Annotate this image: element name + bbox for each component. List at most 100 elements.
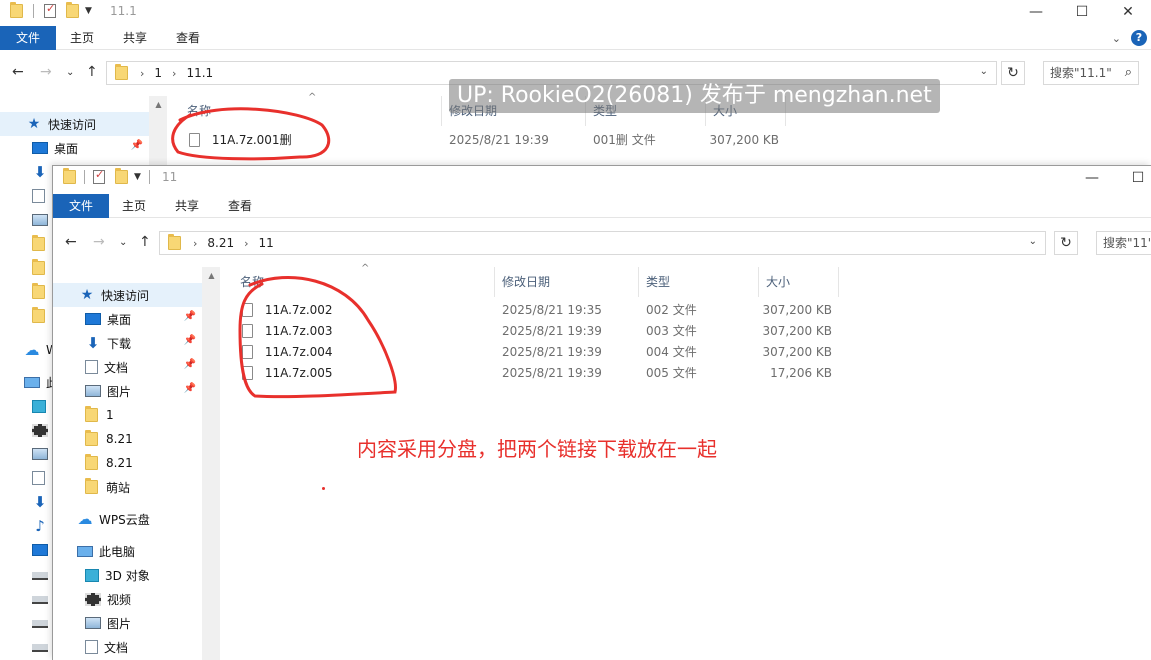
file-icon: [189, 133, 200, 147]
recent-locations-icon[interactable]: ⌄: [66, 67, 74, 78]
sidebar-item-videos[interactable]: 视频: [53, 587, 202, 611]
column-divider[interactable]: [441, 96, 442, 126]
table-row[interactable]: 11A.7z.002 2025/8/21 19:35 002 文件 307,20…: [242, 300, 882, 321]
up-arrow-icon[interactable]: ↑: [139, 234, 151, 250]
table-row[interactable]: 11A.7z.001删 2025/8/21 19:39 001删 文件 307,…: [189, 130, 829, 151]
new-folder-icon[interactable]: [115, 168, 128, 184]
scroll-up-icon[interactable]: ▲: [203, 267, 220, 280]
sidebar-item-pictures[interactable]: 图片: [53, 611, 202, 635]
pin-icon[interactable]: 📌: [184, 383, 196, 394]
sidebar-item-label: 3D 对象: [105, 568, 150, 583]
column-type[interactable]: 类型: [646, 267, 670, 297]
maximize-button[interactable]: ☐: [1059, 0, 1105, 26]
file-type: 005 文件: [646, 366, 697, 380]
pin-icon[interactable]: 📌: [184, 359, 196, 370]
tab-home[interactable]: 主页: [70, 26, 94, 50]
forward-arrow-icon[interactable]: →: [40, 64, 52, 80]
column-divider[interactable]: [494, 267, 495, 297]
search-input[interactable]: 搜索"11.1" ⌕: [1043, 61, 1139, 85]
column-divider[interactable]: [758, 267, 759, 297]
properties-icon[interactable]: [44, 2, 56, 18]
search-input[interactable]: 搜索"11": [1096, 231, 1151, 255]
tab-share[interactable]: 共享: [175, 194, 199, 218]
tab-view[interactable]: 查看: [228, 194, 252, 218]
table-row[interactable]: 11A.7z.005 2025/8/21 19:39 005 文件 17,206…: [242, 363, 882, 384]
sidebar-item-folder-mengzhan[interactable]: 萌站: [53, 475, 202, 499]
column-name[interactable]: 名称: [187, 96, 211, 126]
picture-icon: [32, 448, 48, 460]
expand-ribbon-icon[interactable]: ⌄: [1112, 32, 1121, 45]
tab-home[interactable]: 主页: [122, 194, 146, 218]
address-dropdown-icon[interactable]: ⌄: [1029, 236, 1037, 247]
pin-icon[interactable]: 📌: [184, 335, 196, 346]
file-name: 11A.7z.001删: [211, 133, 292, 147]
column-divider[interactable]: [638, 267, 639, 297]
help-icon[interactable]: ?: [1131, 30, 1147, 46]
scroll-up-icon[interactable]: ▲: [150, 96, 167, 109]
sidebar-item-pictures[interactable]: 图片 📌: [53, 379, 202, 403]
sidebar-item-this-pc[interactable]: 此电脑: [53, 539, 202, 563]
minimize-button[interactable]: —: [1013, 0, 1059, 26]
breadcrumb-8-21[interactable]: 8.21: [207, 236, 234, 250]
sidebar-item-wps-cloud[interactable]: ☁ WPS云盘: [53, 507, 202, 531]
sidebar-item-documents[interactable]: 文档 📌: [53, 355, 202, 379]
recent-locations-icon[interactable]: ⌄: [119, 237, 127, 248]
quick-access-dropdown-icon[interactable]: ▼: [134, 172, 141, 182]
minimize-button[interactable]: —: [1069, 166, 1115, 192]
folder-icon: [10, 2, 23, 18]
sidebar-item-folder-1[interactable]: 1: [53, 403, 202, 427]
sidebar-item-desktop[interactable]: 桌面 📌: [53, 307, 202, 331]
column-size[interactable]: 大小: [766, 267, 790, 297]
file-icon: [242, 345, 253, 359]
file-modified: 2025/8/21 19:39: [502, 345, 602, 359]
refresh-button[interactable]: ↻: [1001, 61, 1025, 85]
sidebar-item-label: 8.21: [106, 456, 133, 470]
tab-view[interactable]: 查看: [176, 26, 200, 50]
column-name[interactable]: 名称: [240, 267, 264, 297]
sidebar-item-3d-objects[interactable]: 3D 对象: [53, 563, 202, 587]
window-controls: — ☐: [1069, 166, 1151, 192]
sidebar-item-label: 下载: [107, 336, 132, 351]
column-modified[interactable]: 修改日期: [502, 267, 550, 297]
chevron-right-icon: ›: [172, 66, 177, 80]
sidebar-item-downloads[interactable]: ⬇ 下载 📌: [53, 331, 202, 355]
navigation-scrollbar[interactable]: ▲: [203, 267, 220, 660]
file-modified: 2025/8/21 19:39: [502, 366, 602, 380]
ribbon-tabs: 文件 主页 共享 查看: [53, 194, 1151, 218]
quick-access-dropdown-icon[interactable]: ▼: [85, 6, 92, 16]
sidebar-item-label: 此电脑: [99, 544, 136, 559]
close-button[interactable]: ✕: [1105, 0, 1151, 26]
pin-icon[interactable]: 📌: [131, 140, 143, 151]
maximize-button[interactable]: ☐: [1115, 166, 1151, 192]
column-divider[interactable]: [838, 267, 839, 297]
sidebar-item-folder-8-21[interactable]: 8.21: [53, 451, 202, 475]
sidebar-item-documents[interactable]: 文档: [53, 635, 202, 659]
chevron-right-icon: ›: [140, 66, 145, 80]
breadcrumb-11[interactable]: 11: [259, 236, 274, 250]
tab-file[interactable]: 文件: [0, 26, 56, 50]
sidebar-item-quick-access[interactable]: ★ 快速访问: [53, 283, 202, 307]
cloud-icon: ☁: [24, 341, 40, 359]
sidebar-item-label: WPS云盘: [99, 512, 150, 527]
breadcrumb-1[interactable]: 1: [154, 66, 162, 80]
properties-icon[interactable]: [93, 168, 105, 184]
new-folder-icon[interactable]: [66, 2, 79, 18]
sidebar-item-folder-8-21[interactable]: 8.21: [53, 427, 202, 451]
file-icon: [242, 324, 253, 338]
address-bar[interactable]: › 8.21 › 11 ⌄: [159, 231, 1046, 255]
table-row[interactable]: 11A.7z.004 2025/8/21 19:39 004 文件 307,20…: [242, 342, 882, 363]
tab-share[interactable]: 共享: [123, 26, 147, 50]
tab-file[interactable]: 文件: [53, 194, 109, 218]
back-arrow-icon[interactable]: ←: [65, 234, 77, 250]
sort-caret-icon: ^: [361, 263, 370, 274]
sidebar-item-quick-access[interactable]: ★ 快速访问: [0, 112, 149, 136]
refresh-button[interactable]: ↻: [1054, 231, 1078, 255]
address-dropdown-icon[interactable]: ⌄: [980, 66, 988, 77]
up-arrow-icon[interactable]: ↑: [86, 64, 98, 80]
table-row[interactable]: 11A.7z.003 2025/8/21 19:39 003 文件 307,20…: [242, 321, 882, 342]
forward-arrow-icon[interactable]: →: [93, 234, 105, 250]
sidebar-item-desktop[interactable]: 桌面 📌: [0, 136, 149, 160]
pin-icon[interactable]: 📌: [184, 311, 196, 322]
breadcrumb-11-1[interactable]: 11.1: [186, 66, 213, 80]
back-arrow-icon[interactable]: ←: [12, 64, 24, 80]
